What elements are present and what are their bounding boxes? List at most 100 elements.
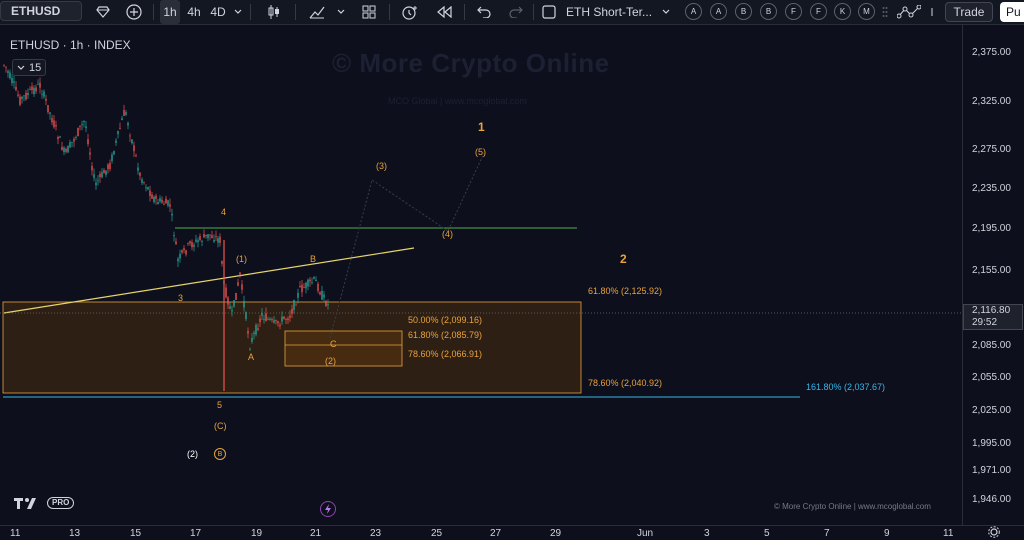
- layout-name[interactable]: ETH Short-Ter...: [566, 0, 658, 24]
- watchlist-a-button[interactable]: A: [685, 3, 702, 20]
- candle-body: [233, 300, 235, 307]
- wave-4-label: 4: [221, 207, 227, 217]
- letter-label: A: [690, 7, 697, 16]
- tradingview-logo[interactable]: PRO: [14, 497, 75, 509]
- candle-body: [259, 318, 261, 323]
- candle-body: [241, 284, 243, 290]
- time-axis[interactable]: [0, 525, 1024, 540]
- candle-body: [315, 279, 317, 282]
- fib-label-78: 78.60% (2,066.91): [408, 349, 483, 359]
- timeframe-4h[interactable]: 4h: [184, 0, 204, 24]
- nodes-icon[interactable]: [896, 0, 922, 24]
- chevron-down-icon[interactable]: [335, 0, 347, 24]
- x-tick: 27: [490, 528, 502, 539]
- candle-body: [265, 313, 267, 321]
- letter-label: M: [863, 7, 870, 16]
- lightning-icon[interactable]: [320, 501, 336, 517]
- candle-body: [235, 292, 237, 300]
- x-tick: 23: [370, 528, 382, 539]
- chevron-down-icon[interactable]: [232, 0, 244, 24]
- candle-body: [219, 236, 221, 243]
- price-chart[interactable]: [0, 25, 962, 525]
- wave-3-label: 3: [178, 293, 184, 303]
- diamond-icon[interactable]: [92, 0, 114, 24]
- watchlist-b2-button[interactable]: B: [760, 3, 777, 20]
- wave-pc-label: (C): [214, 421, 227, 431]
- layout-grid-icon[interactable]: [359, 0, 379, 24]
- candle-body: [257, 328, 259, 330]
- candle-body: [205, 234, 207, 236]
- watchlist-k-button[interactable]: K: [834, 3, 851, 20]
- candle-body: [277, 321, 279, 324]
- undo-icon[interactable]: [474, 0, 494, 24]
- y-tick: 2,195.00: [972, 223, 1011, 234]
- candle-body: [153, 196, 155, 203]
- candle-body: [185, 250, 187, 255]
- wave-p5-label: (5): [475, 147, 486, 157]
- trade-button[interactable]: Trade: [945, 2, 993, 22]
- current-price-tag: 2,116.80 29:52: [963, 304, 1023, 330]
- candle-body: [75, 137, 77, 138]
- candle-body: [237, 282, 239, 286]
- candle-body: [299, 285, 301, 288]
- watchlist-f-button[interactable]: F: [785, 3, 802, 20]
- more-icon[interactable]: [928, 0, 940, 24]
- alert-clock-icon[interactable]: [399, 0, 421, 24]
- volume-toggle[interactable]: 15: [12, 59, 47, 76]
- fib-label-61-upper: 61.80% (2,125.92): [588, 286, 663, 296]
- letter-label: F: [791, 7, 796, 16]
- chevron-down-icon[interactable]: [660, 0, 672, 24]
- replay-icon[interactable]: [433, 0, 455, 24]
- candle-body: [291, 308, 293, 314]
- fib-label-61: 61.80% (2,085.79): [408, 330, 483, 340]
- watchlist-f2-button[interactable]: F: [810, 3, 827, 20]
- redo-icon[interactable]: [506, 0, 526, 24]
- timeframe-4d[interactable]: 4D: [207, 0, 229, 24]
- candle-body: [15, 86, 17, 91]
- x-tick: Jun: [637, 528, 654, 539]
- watchlist-b-button[interactable]: B: [735, 3, 752, 20]
- candle-body: [267, 319, 269, 320]
- candle-body: [255, 325, 257, 335]
- candle-body: [269, 318, 271, 320]
- y-tick: 2,025.00: [972, 405, 1011, 416]
- candle-body: [183, 248, 185, 251]
- y-tick: 2,085.00: [972, 340, 1011, 351]
- candle-body: [31, 86, 33, 91]
- timeframe-1h[interactable]: 1h: [160, 0, 180, 24]
- y-tick: 1,946.00: [972, 494, 1011, 505]
- candle-body: [127, 122, 129, 126]
- candle-body: [147, 187, 149, 190]
- candle-body: [187, 243, 189, 245]
- candle-body: [63, 147, 65, 153]
- add-symbol-icon[interactable]: [123, 0, 145, 24]
- wave-1-label: 1: [478, 120, 485, 134]
- candle-body: [41, 94, 43, 96]
- candle-body: [93, 174, 95, 178]
- candles-icon[interactable]: [264, 0, 284, 24]
- symbol-search-button[interactable]: ETHUSD: [0, 1, 82, 21]
- publish-button[interactable]: Pu: [1000, 2, 1024, 22]
- candle-body: [209, 234, 211, 236]
- candle-body: [91, 165, 93, 171]
- candle-body: [245, 312, 247, 320]
- chevron-down-icon: [17, 65, 25, 70]
- candle-body: [139, 172, 141, 176]
- candle-body: [181, 250, 183, 253]
- candle-body: [281, 316, 283, 322]
- watchlist-a2-button[interactable]: A: [710, 3, 727, 20]
- candle-body: [311, 282, 313, 283]
- x-tick: 7: [824, 528, 830, 539]
- candle-body: [19, 96, 21, 105]
- indicators-icon[interactable]: [306, 0, 328, 24]
- wave-a-label: A: [248, 352, 255, 362]
- candle-body: [119, 127, 121, 129]
- candle-body: [213, 239, 215, 242]
- candle-body: [221, 260, 223, 264]
- candle-body: [35, 87, 37, 92]
- candle-body: [197, 240, 199, 243]
- drag-handle-icon[interactable]: [880, 0, 890, 24]
- settings-gear-icon[interactable]: [986, 525, 1002, 539]
- layout-checkbox-icon[interactable]: [540, 0, 558, 24]
- watchlist-m-button[interactable]: M: [858, 3, 875, 20]
